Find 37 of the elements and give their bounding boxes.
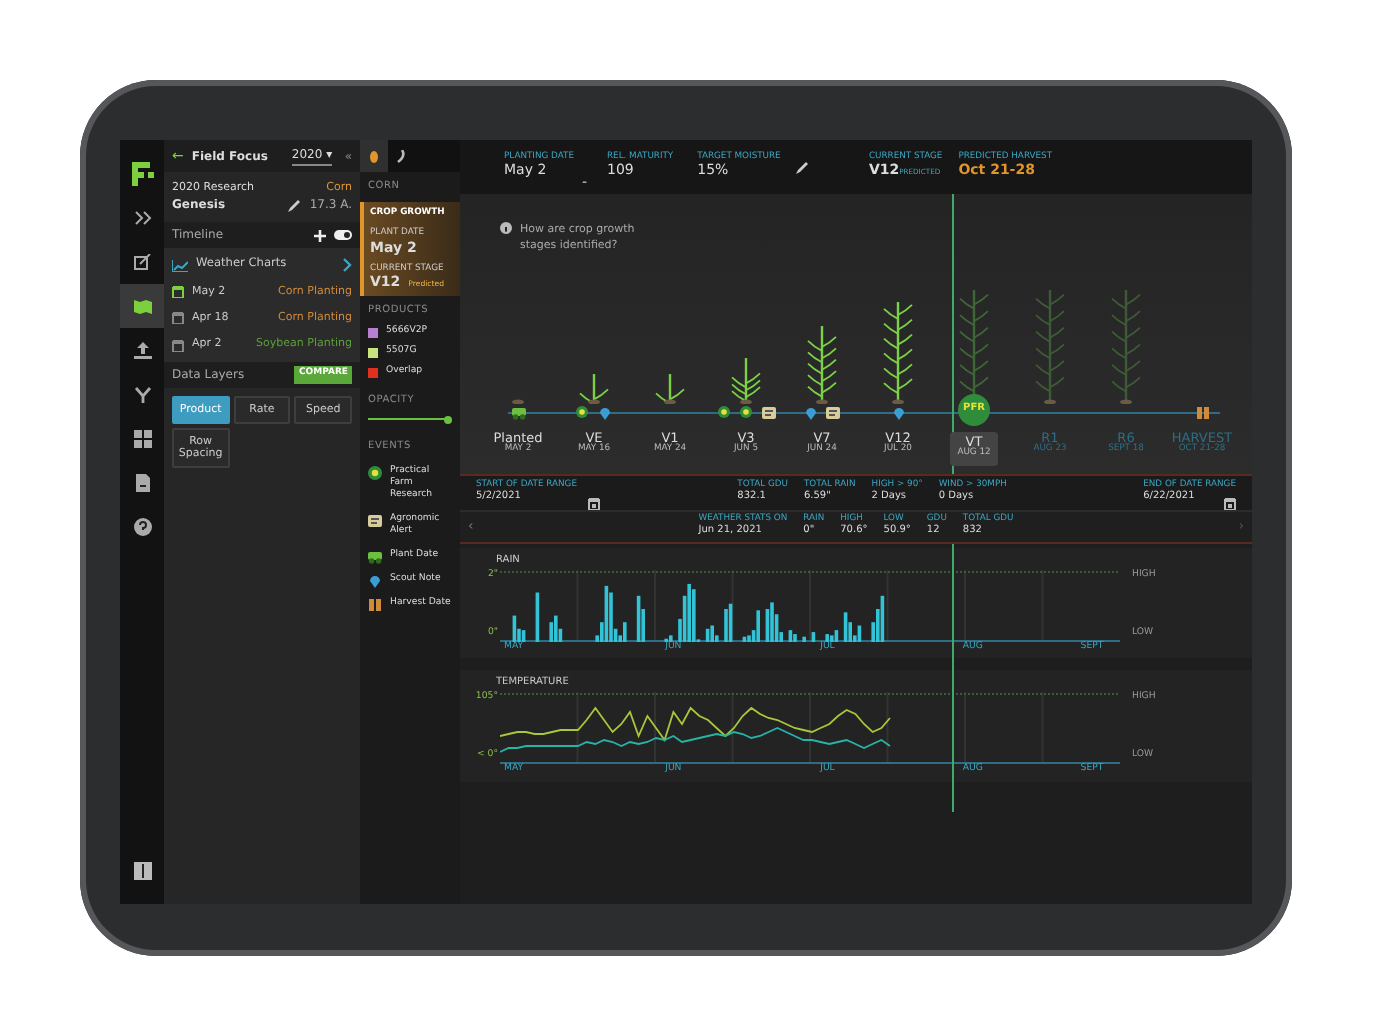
note-icon bbox=[368, 513, 382, 528]
pin-icon[interactable] bbox=[891, 406, 905, 421]
map-icon[interactable] bbox=[133, 297, 151, 315]
pin-icon[interactable] bbox=[598, 406, 612, 421]
grid-icon[interactable] bbox=[133, 429, 151, 447]
note-icon[interactable] bbox=[826, 406, 840, 421]
harvest-icon bbox=[368, 597, 382, 612]
pencil-icon[interactable] bbox=[287, 199, 300, 212]
plus-icon[interactable] bbox=[314, 229, 326, 242]
chevron-icon[interactable] bbox=[342, 258, 352, 273]
expand-icon[interactable] bbox=[133, 209, 151, 227]
calendar-icon[interactable] bbox=[588, 498, 601, 510]
book-icon[interactable] bbox=[133, 861, 151, 879]
corn-icon bbox=[368, 149, 380, 163]
upload-icon[interactable] bbox=[133, 341, 151, 359]
tractor-icon bbox=[368, 549, 382, 564]
crop-tab[interactable] bbox=[360, 140, 388, 172]
pin-icon bbox=[368, 573, 382, 588]
pfr-icon bbox=[368, 465, 382, 479]
tractor-icon[interactable] bbox=[511, 406, 525, 421]
note-icon[interactable] bbox=[761, 406, 775, 421]
info-icon[interactable] bbox=[500, 222, 512, 234]
pin-icon[interactable] bbox=[804, 406, 818, 421]
edit-icon[interactable] bbox=[133, 253, 151, 271]
leaf-icon bbox=[396, 149, 408, 163]
help-icon[interactable] bbox=[133, 517, 151, 535]
rain-bar bbox=[535, 591, 540, 641]
harvest-icon[interactable] bbox=[1195, 406, 1209, 421]
document-icon[interactable] bbox=[133, 473, 151, 491]
chart-icon bbox=[172, 259, 188, 272]
branch-icon[interactable] bbox=[133, 385, 151, 403]
pencil-icon[interactable] bbox=[796, 161, 809, 173]
rain-bar bbox=[811, 631, 816, 641]
toggle-switch[interactable] bbox=[334, 230, 352, 241]
pfr-icon[interactable] bbox=[576, 406, 590, 421]
calendar-icon[interactable] bbox=[1223, 498, 1236, 510]
logo-icon[interactable] bbox=[131, 162, 153, 186]
